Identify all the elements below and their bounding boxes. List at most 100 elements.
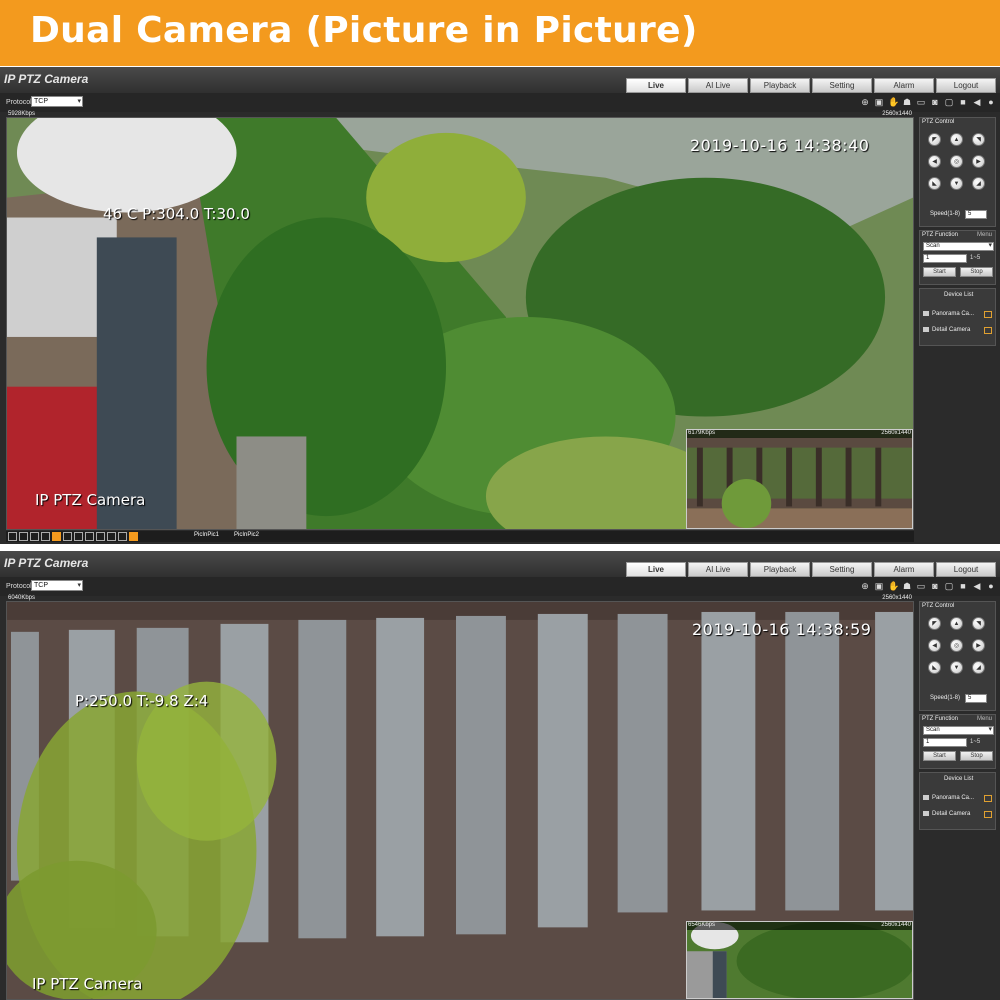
mode-icon[interactable] (41, 532, 50, 541)
protocol-select[interactable]: TCP (31, 580, 83, 591)
ptz-right-button[interactable]: ▶ (972, 639, 985, 652)
ptz-left-button[interactable]: ◀ (928, 639, 941, 652)
tab-playback[interactable]: Playback (750, 562, 810, 577)
device-list-title: Device List (944, 292, 974, 298)
ptz-up-button[interactable]: ▲ (950, 133, 963, 146)
ptz-down-button[interactable]: ▼ (950, 661, 963, 674)
region-focus-icon[interactable]: ▣ (874, 97, 884, 107)
pip-window[interactable]: 6546Kbps 2560x1440 (686, 921, 913, 999)
person-icon[interactable]: ☗ (902, 581, 912, 591)
pip-icon[interactable] (129, 532, 138, 541)
tab-setting[interactable]: Setting (812, 78, 872, 93)
highlight-icon[interactable] (52, 532, 61, 541)
fullscreen-icon[interactable]: ▢ (944, 581, 954, 591)
device-item-panorama[interactable]: Panorama Ca... (923, 311, 974, 317)
ptz-start-button[interactable]: Start (923, 267, 956, 277)
ptz-range-label: 1~5 (970, 255, 981, 261)
pip-resolution: 2560x1440 (881, 430, 911, 436)
hand-icon[interactable]: ✋ (888, 97, 899, 107)
window-icon[interactable]: ▭ (916, 581, 926, 591)
ptz-down-button[interactable]: ▼ (950, 177, 963, 190)
fullscreen-icon[interactable]: ▢ (944, 97, 954, 107)
ptz-center-button[interactable]: ◎ (950, 155, 963, 168)
ptz-left-button[interactable]: ◀ (928, 155, 941, 168)
ptz-control-panel: PTZ Control ◤ ▲ ◥ ◀ ◎ ▶ ◣ ▼ ◢ Speed(1-8)… (919, 117, 996, 227)
speed-select[interactable]: 5 (965, 694, 987, 703)
microphone-icon[interactable]: ● (986, 581, 996, 591)
device-action-icon[interactable] (984, 795, 992, 802)
window-icon[interactable]: ▭ (916, 97, 926, 107)
person-detect-icon[interactable] (74, 532, 83, 541)
tab-logout[interactable]: Logout (936, 562, 996, 577)
record-icon[interactable]: ■ (958, 97, 968, 107)
ptz-down-left-button[interactable]: ◣ (928, 177, 941, 190)
device-action-icon[interactable] (984, 311, 992, 318)
main-resolution: 2560x1440 (882, 595, 912, 601)
ratio-icon[interactable] (19, 532, 28, 541)
person-icon[interactable]: ☗ (902, 97, 912, 107)
device-item-detail[interactable]: Detail Camera (923, 327, 970, 333)
ptz-down-left-button[interactable]: ◣ (928, 661, 941, 674)
ptz-up-left-button[interactable]: ◤ (928, 617, 941, 630)
pip-window[interactable]: 6179Kbps 2560x1440 (686, 429, 913, 529)
tab-live[interactable]: Live (626, 78, 686, 93)
zoom-icon[interactable]: ⊕ (860, 97, 870, 107)
ptz-up-right-button[interactable]: ◥ (972, 133, 985, 146)
ptz-center-button[interactable]: ◎ (950, 639, 963, 652)
dual-view-icon[interactable] (107, 532, 116, 541)
ptz-function-select[interactable]: Scan (923, 726, 994, 735)
tab-setting[interactable]: Setting (812, 562, 872, 577)
record-icon[interactable]: ■ (958, 581, 968, 591)
live-video[interactable]: 6040Kbps 2560x1440 2019-10-16 14:38:59 P… (6, 595, 914, 1000)
ptz-down-right-button[interactable]: ◢ (972, 661, 985, 674)
live-video[interactable]: 5928Kbps 2560x1440 2019-10-16 14:38:40 4… (6, 111, 914, 530)
banner-title: Dual Camera (Picture in Picture) (30, 10, 698, 51)
ptz-menu-link[interactable]: Menu (977, 716, 992, 722)
single-view-icon[interactable] (96, 532, 105, 541)
region-focus-icon[interactable]: ▣ (874, 581, 884, 591)
ptz-number-input[interactable]: 1 (923, 254, 967, 263)
protocol-select[interactable]: TCP (31, 96, 83, 107)
snapshot-icon[interactable]: ◙ (930, 97, 940, 107)
ptz-up-right-button[interactable]: ◥ (972, 617, 985, 630)
ptz-start-button[interactable]: Start (923, 751, 956, 761)
ptz-menu-link[interactable]: Menu (977, 232, 992, 238)
pip-fence-scene (687, 430, 912, 528)
device-action-icon[interactable] (984, 811, 992, 818)
snapshot-icon[interactable]: ◙ (930, 581, 940, 591)
tab-logout[interactable]: Logout (936, 78, 996, 93)
pip-bitrate: 6546Kbps (688, 922, 716, 928)
microphone-icon[interactable]: ● (986, 97, 996, 107)
tab-playback[interactable]: Playback (750, 78, 810, 93)
volume-icon[interactable]: ◀ (972, 581, 982, 591)
ptz-stop-button[interactable]: Stop (960, 267, 993, 277)
quad-view-icon[interactable] (118, 532, 127, 541)
ptz-function-select[interactable]: Scan (923, 242, 994, 251)
speed-select[interactable]: 5 (965, 210, 987, 219)
ptz-right-button[interactable]: ▶ (972, 155, 985, 168)
device-item-detail[interactable]: Detail Camera (923, 811, 970, 817)
volume-icon[interactable]: ◀ (972, 97, 982, 107)
zoom-icon[interactable]: ⊕ (860, 581, 870, 591)
target-icon[interactable] (63, 532, 72, 541)
device-item-panorama[interactable]: Panorama Ca... (923, 795, 974, 801)
ptz-up-left-button[interactable]: ◤ (928, 133, 941, 146)
pip-option-2[interactable]: PicInPic2 (234, 532, 259, 538)
ptz-down-right-button[interactable]: ◢ (972, 177, 985, 190)
tab-alarm[interactable]: Alarm (874, 78, 934, 93)
ptz-stop-button[interactable]: Stop (960, 751, 993, 761)
tab-ai-live[interactable]: AI Live (688, 78, 748, 93)
ptz-function-panel: PTZ Function Menu Scan 1 1~5 Start Stop (919, 714, 996, 769)
tab-alarm[interactable]: Alarm (874, 562, 934, 577)
fit-icon[interactable] (30, 532, 39, 541)
pip-option-1[interactable]: PicInPic1 (194, 532, 219, 538)
device-action-icon[interactable] (984, 327, 992, 334)
tab-ai-live[interactable]: AI Live (688, 562, 748, 577)
ptz-number-input[interactable]: 1 (923, 738, 967, 747)
split-icon[interactable] (85, 532, 94, 541)
camera-icon (923, 311, 929, 316)
ptz-up-button[interactable]: ▲ (950, 617, 963, 630)
tab-live[interactable]: Live (626, 562, 686, 577)
hand-icon[interactable]: ✋ (888, 581, 899, 591)
layout-icon[interactable] (8, 532, 17, 541)
